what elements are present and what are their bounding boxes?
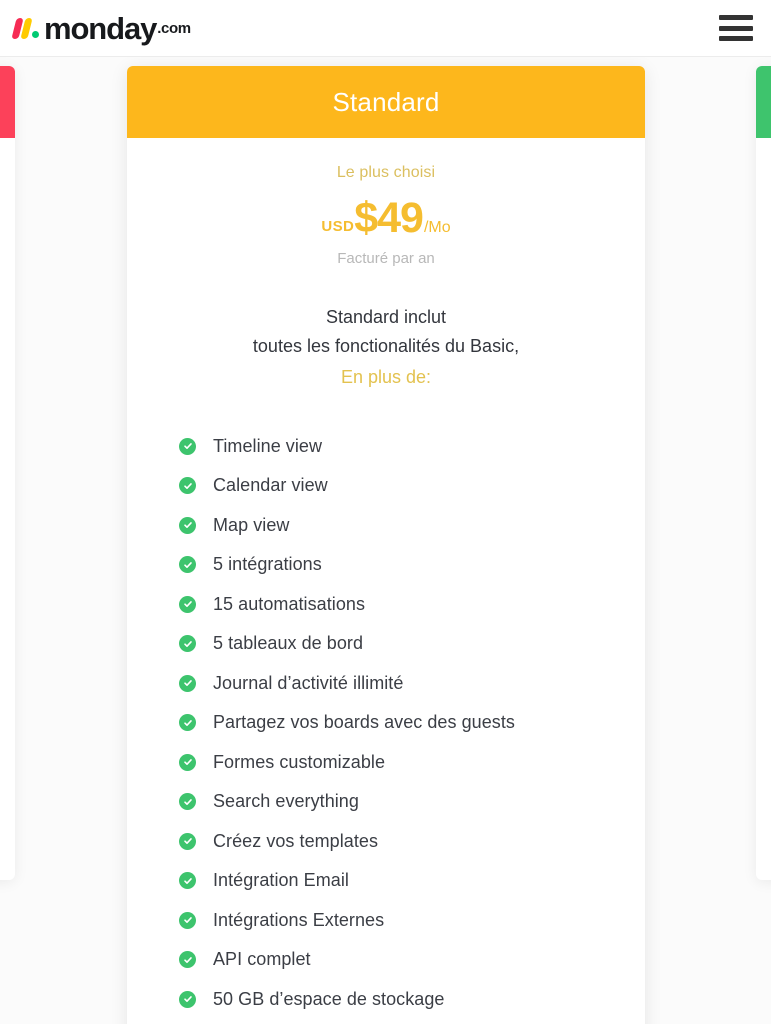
feature-item: Partagez vos boards avec des guests bbox=[179, 703, 617, 743]
check-circle-icon bbox=[179, 437, 196, 455]
top-navigation-bar: monday .com bbox=[0, 0, 771, 57]
pricing-card-body: Le plus choisi USD $49 /Mo Facturé par a… bbox=[127, 138, 645, 1019]
check-circle-icon bbox=[179, 872, 196, 890]
check-circle-icon bbox=[179, 674, 196, 692]
feature-label: Calendar view bbox=[213, 475, 328, 496]
feature-item: Search everything bbox=[179, 782, 617, 822]
feature-item: Intégration Email bbox=[179, 861, 617, 901]
feature-item: 5 intégrations bbox=[179, 545, 617, 585]
check-circle-icon bbox=[179, 635, 196, 653]
check-circle-icon bbox=[179, 753, 196, 771]
feature-label: Map view bbox=[213, 514, 290, 535]
feature-label: Journal d’activité illimité bbox=[213, 672, 404, 693]
feature-item: 50 GB d’espace de stockage bbox=[179, 979, 617, 1019]
check-circle-icon bbox=[179, 951, 196, 969]
feature-label: Intégration Email bbox=[213, 870, 349, 891]
feature-item: Formes customizable bbox=[179, 742, 617, 782]
hamburger-menu-icon[interactable] bbox=[719, 15, 753, 41]
pricing-card-previous[interactable] bbox=[0, 66, 15, 880]
check-circle-icon bbox=[179, 714, 196, 732]
pricing-card-previous-header bbox=[0, 66, 15, 138]
feature-label: Search everything bbox=[213, 791, 359, 812]
price-currency: USD bbox=[321, 218, 355, 235]
check-circle-icon bbox=[179, 832, 196, 850]
feature-label: 15 automatisations bbox=[213, 593, 365, 614]
hamburger-bar-2 bbox=[719, 25, 753, 31]
pricing-card-next-header bbox=[756, 66, 771, 138]
hamburger-bar-3 bbox=[719, 36, 753, 41]
check-circle-icon bbox=[179, 516, 196, 534]
check-circle-icon bbox=[179, 595, 196, 613]
plan-includes-line-2: toutes les fonctionalités du Basic, bbox=[252, 336, 520, 357]
logo-tld: .com bbox=[157, 19, 191, 37]
plan-includes-description: Standard inclut toutes les fonctionalité… bbox=[155, 303, 617, 361]
feature-item: Intégrations Externes bbox=[179, 900, 617, 940]
check-circle-icon bbox=[179, 793, 196, 811]
feature-item: Map view bbox=[179, 505, 617, 545]
feature-item: 15 automatisations bbox=[179, 584, 617, 624]
feature-label: Créez vos templates bbox=[213, 830, 379, 851]
price-period: /Mo bbox=[423, 219, 451, 236]
check-circle-icon bbox=[179, 556, 196, 574]
feature-label: API complet bbox=[213, 949, 311, 970]
feature-label: 5 intégrations bbox=[213, 554, 322, 575]
plus-label: En plus de: bbox=[340, 367, 432, 388]
feature-item: Timeline view bbox=[179, 426, 617, 466]
plan-includes-line-1: Standard inclut bbox=[325, 307, 447, 327]
price-block: USD $49 /Mo bbox=[155, 197, 617, 240]
feature-item: 5 tableaux de bord bbox=[179, 624, 617, 664]
logo-wordmark: monday bbox=[44, 10, 157, 46]
feature-item: Calendar view bbox=[179, 466, 617, 506]
feature-item: API complet bbox=[179, 940, 617, 980]
most-chosen-badge: Le plus choisi bbox=[336, 164, 436, 181]
pricing-card-standard[interactable]: Standard Le plus choisi USD $49 /Mo Fact… bbox=[127, 66, 645, 1024]
feature-label: Intégrations Externes bbox=[213, 909, 385, 930]
feature-label: Timeline view bbox=[213, 435, 323, 456]
monday-logo[interactable]: monday .com bbox=[11, 8, 191, 48]
feature-item: Créez vos templates bbox=[179, 821, 617, 861]
check-circle-icon bbox=[179, 911, 196, 929]
check-circle-icon bbox=[179, 990, 196, 1008]
pricing-card-next[interactable] bbox=[756, 66, 771, 880]
feature-label: 50 GB d’espace de stockage bbox=[213, 988, 445, 1009]
price-amount: $49 bbox=[354, 194, 424, 242]
logo-mark-icon bbox=[11, 17, 39, 39]
feature-item: Journal d’activité illimité bbox=[179, 663, 617, 703]
billing-note: Facturé par an bbox=[337, 250, 435, 267]
feature-label: Formes customizable bbox=[213, 751, 386, 772]
hamburger-bar-1 bbox=[719, 15, 753, 20]
feature-list: Timeline view Calendar view Map view 5 inté… bbox=[155, 426, 617, 1019]
feature-label: Partagez vos boards avec des guests bbox=[213, 712, 515, 733]
plan-title: Standard bbox=[332, 86, 440, 117]
check-circle-icon bbox=[179, 477, 196, 495]
feature-label: 5 tableaux de bord bbox=[213, 633, 364, 654]
pricing-card-header: Standard bbox=[127, 66, 645, 138]
